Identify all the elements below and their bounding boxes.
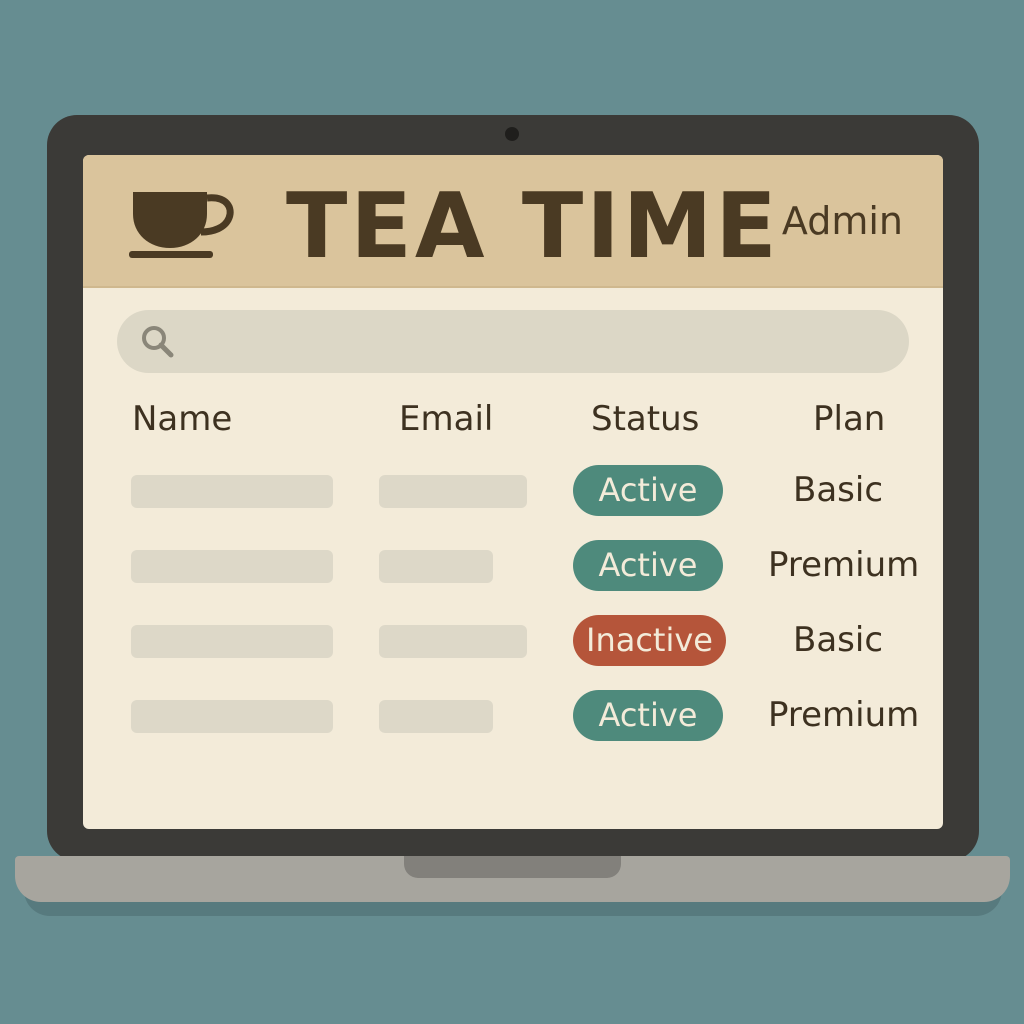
laptop-notch xyxy=(404,856,621,878)
plan-cell: Premium xyxy=(768,695,920,735)
table-row[interactable]: Active Premium xyxy=(83,688,943,744)
laptop-scene: TEA TIME Admin Name Email Status Plan Ac… xyxy=(0,0,1024,1024)
search-icon xyxy=(142,326,174,358)
column-header-email[interactable]: Email xyxy=(399,397,493,441)
name-placeholder xyxy=(131,700,333,733)
plan-cell: Basic xyxy=(793,620,884,660)
column-header-status[interactable]: Status xyxy=(591,397,699,441)
webcam xyxy=(505,127,519,141)
column-header-plan[interactable]: Plan xyxy=(813,397,885,441)
table-row[interactable]: Inactive Basic xyxy=(83,613,943,669)
status-badge: Active xyxy=(573,465,723,516)
search-input[interactable] xyxy=(117,310,909,373)
email-placeholder xyxy=(379,625,527,658)
admin-menu[interactable]: Admin xyxy=(782,198,903,244)
app-header: TEA TIME Admin xyxy=(83,155,943,288)
table-row[interactable]: Active Premium xyxy=(83,538,943,594)
email-placeholder xyxy=(379,550,493,583)
plan-cell: Basic xyxy=(793,470,884,510)
email-placeholder xyxy=(379,700,493,733)
status-badge: Inactive xyxy=(573,615,726,666)
name-placeholder xyxy=(131,625,333,658)
column-header-name[interactable]: Name xyxy=(132,397,232,441)
status-badge: Active xyxy=(573,690,723,741)
name-placeholder xyxy=(131,550,333,583)
teacup-icon xyxy=(129,192,234,258)
name-placeholder xyxy=(131,475,333,508)
email-placeholder xyxy=(379,475,527,508)
app-title: TEA TIME xyxy=(286,174,780,279)
status-badge: Active xyxy=(573,540,723,591)
app-window: TEA TIME Admin Name Email Status Plan Ac… xyxy=(83,155,943,829)
plan-cell: Premium xyxy=(768,545,920,585)
table-row[interactable]: Active Basic xyxy=(83,463,943,519)
